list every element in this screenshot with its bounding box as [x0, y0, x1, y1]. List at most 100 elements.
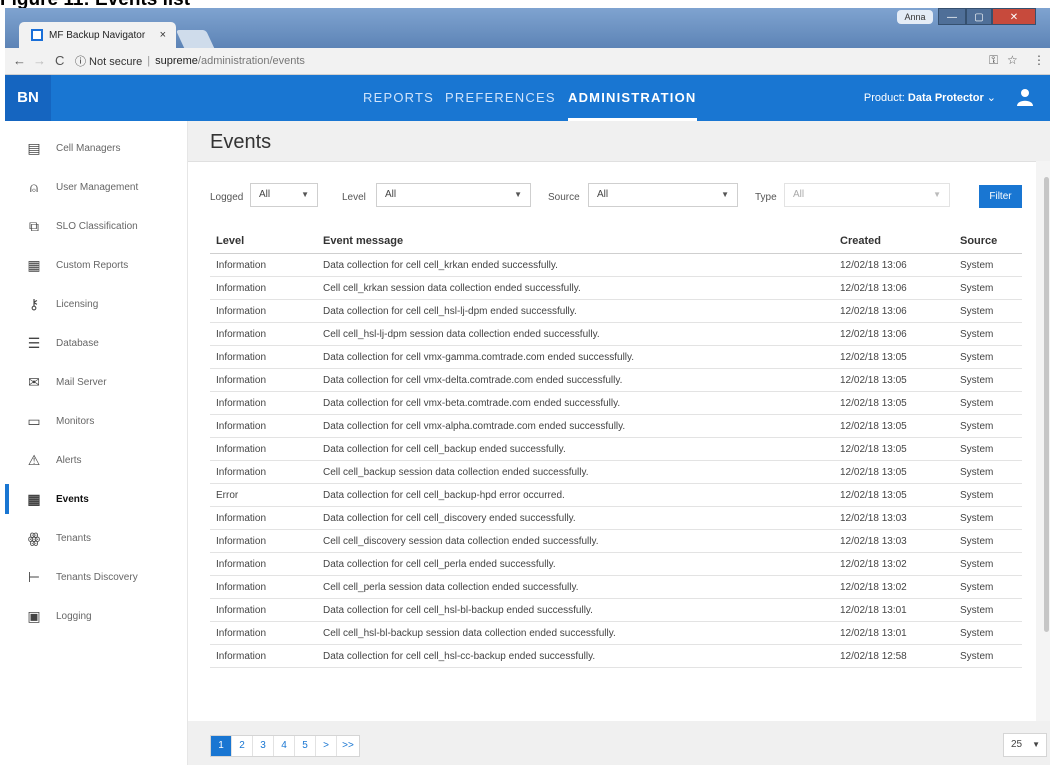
level-filter-select[interactable]: All ▼ — [376, 183, 531, 207]
cell-source: System — [954, 299, 1022, 323]
sidebar-item-alerts[interactable]: ⚠ Alerts — [5, 441, 187, 479]
forward-arrow-icon[interactable]: → — [33, 53, 46, 68]
table-row[interactable]: Information Data collection for cell vmx-… — [210, 345, 1022, 369]
table-row[interactable]: Information Cell cell_hsl-bl-backup sessi… — [210, 621, 1022, 645]
table-row[interactable]: Information Data collection for cell vmx-… — [210, 368, 1022, 392]
table-row[interactable]: Information Data collection for cell cell… — [210, 299, 1022, 323]
page-5-button[interactable]: 5 — [295, 736, 316, 756]
minimize-window-button[interactable]: — — [938, 8, 966, 25]
caret-down-icon: ▼ — [721, 190, 729, 199]
chevron-down-icon: ⌄ — [986, 92, 996, 104]
column-header-level[interactable]: Level — [210, 229, 317, 254]
cell-level: Information — [210, 621, 317, 645]
url-separator: | — [147, 55, 151, 67]
sidebar-item-events[interactable]: ▦ Events — [5, 480, 187, 518]
sidebar-item-licensing[interactable]: ⚷ Licensing — [5, 285, 187, 323]
browser-user-chip[interactable]: Anna — [897, 10, 933, 24]
column-header-created[interactable]: Created — [834, 229, 954, 254]
log-icon: ▣ — [27, 607, 41, 624]
cell-event-message: Cell cell_hsl-bl-backup session data col… — [317, 621, 834, 645]
browser-menu-icon[interactable]: ⋮ — [1033, 53, 1045, 67]
events-table-body: Information Data collection for cell cell… — [210, 253, 1022, 668]
cell-level: Information — [210, 391, 317, 415]
cell-event-message: Data collection for cell cell_backup-hpd… — [317, 483, 834, 507]
sidebar-item-mail-server[interactable]: ✉ Mail Server — [5, 363, 187, 401]
table-row[interactable]: Information Data collection for cell vmx-… — [210, 391, 1022, 415]
table-row[interactable]: Information Cell cell_discovery session d… — [210, 529, 1022, 553]
maximize-window-button[interactable]: ▢ — [966, 8, 992, 25]
close-window-button[interactable]: ✕ — [992, 8, 1036, 25]
cell-level: Information — [210, 253, 317, 277]
sidebar-item-tenants[interactable]: ꙮ Tenants — [5, 519, 187, 557]
cell-event-message: Data collection for cell vmx-gamma.comtr… — [317, 345, 834, 369]
key-icon[interactable]: ⚿ — [989, 53, 998, 68]
filter-button[interactable]: Filter — [979, 185, 1022, 208]
sidebar-item-custom-reports[interactable]: ▦ Custom Reports — [5, 246, 187, 284]
sidebar-item-monitors[interactable]: ▭ Monitors — [5, 402, 187, 440]
cell-event-message: Data collection for cell vmx-beta.comtra… — [317, 391, 834, 415]
sidebar-item-user-management[interactable]: ⍝ User Management — [5, 168, 187, 206]
nav-preferences[interactable]: PREFERENCES — [445, 75, 556, 121]
app-logo[interactable]: BN — [5, 75, 51, 121]
last-page-button[interactable]: >> — [337, 736, 359, 756]
new-tab-button[interactable] — [175, 30, 215, 48]
table-row[interactable]: Information Data collection for cell cell… — [210, 598, 1022, 622]
back-arrow-icon[interactable]: ← — [13, 53, 26, 68]
source-filter-select[interactable]: All ▼ — [588, 183, 738, 207]
logged-filter-select[interactable]: All ▼ — [250, 183, 318, 207]
column-header-event-message[interactable]: Event message — [317, 229, 834, 254]
table-row[interactable]: Information Cell cell_krkan session data … — [210, 276, 1022, 300]
sidebar-item-tenants-discovery[interactable]: ⊢ Tenants Discovery — [5, 558, 187, 596]
cell-created: 12/02/18 13:06 — [834, 299, 954, 323]
cell-source: System — [954, 644, 1022, 668]
not-secure-indicator[interactable]: ⓘ Not secure — [75, 53, 142, 69]
product-selector[interactable]: Product: Data Protector ⌄ — [864, 75, 996, 121]
app-header: BN REPORTS PREFERENCES ADMINISTRATION Pr… — [5, 75, 1050, 121]
browser-tab[interactable]: MF Backup Navigator × — [19, 22, 176, 48]
page-2-button[interactable]: 2 — [232, 736, 253, 756]
table-row[interactable]: Information Cell cell_backup session data… — [210, 460, 1022, 484]
user-icon: ⍝ — [29, 178, 39, 195]
type-filter-select[interactable]: All ▼ — [784, 183, 950, 207]
page-4-button[interactable]: 4 — [274, 736, 295, 756]
nav-reports[interactable]: REPORTS — [363, 75, 434, 121]
cell-created: 12/02/18 12:58 — [834, 644, 954, 668]
sidebar-item-label: Monitors — [56, 415, 95, 427]
reload-icon[interactable]: C — [55, 53, 64, 68]
table-row[interactable]: Error Data collection for cell cell_backu… — [210, 483, 1022, 507]
database-icon: ☰ — [27, 334, 41, 351]
nav-administration[interactable]: ADMINISTRATION — [568, 75, 697, 121]
cell-source: System — [954, 276, 1022, 300]
sidebar-item-slo-classification[interactable]: ⧉ SLO Classification — [5, 207, 187, 245]
scrollbar-thumb[interactable] — [1044, 177, 1049, 632]
sidebar-item-logging[interactable]: ▣ Logging — [5, 597, 187, 635]
table-row[interactable]: Information Data collection for cell cell… — [210, 644, 1022, 668]
cell-event-message: Cell cell_krkan session data collection … — [317, 276, 834, 300]
cell-created: 12/02/18 13:06 — [834, 276, 954, 300]
page-size-select[interactable]: 25 ▼ — [1003, 733, 1047, 757]
page-title: Events — [210, 131, 272, 153]
sidebar-item-label: Alerts — [56, 454, 82, 466]
table-header-row: Level Event message Created Source — [210, 229, 1022, 254]
table-row[interactable]: Information Cell cell_perla session data … — [210, 575, 1022, 599]
user-account-icon[interactable] — [1016, 88, 1034, 106]
cell-event-message: Cell cell_hsl-lj-dpm session data collec… — [317, 322, 834, 346]
sidebar-item-database[interactable]: ☰ Database — [5, 324, 187, 362]
events-card: Logged All ▼ Level All ▼ Source All ▼ Ty… — [188, 161, 1036, 722]
table-row[interactable]: Information Cell cell_hsl-lj-dpm session … — [210, 322, 1022, 346]
tab-close-icon[interactable]: × — [160, 29, 166, 41]
cell-created: 12/02/18 13:03 — [834, 529, 954, 553]
page-3-button[interactable]: 3 — [253, 736, 274, 756]
table-row[interactable]: Information Data collection for cell cell… — [210, 253, 1022, 277]
bookmark-star-icon[interactable]: ☆ — [1007, 53, 1018, 67]
sidebar-item-cell-managers[interactable]: ▤ Cell Managers — [5, 129, 187, 167]
column-header-source[interactable]: Source — [954, 229, 1022, 254]
table-row[interactable]: Information Data collection for cell cell… — [210, 552, 1022, 576]
next-page-button[interactable]: > — [316, 736, 337, 756]
url-field[interactable]: ⓘ Not secure | supreme /administration/e… — [75, 52, 1030, 70]
table-row[interactable]: Information Data collection for cell cell… — [210, 506, 1022, 530]
table-row[interactable]: Information Data collection for cell vmx-… — [210, 414, 1022, 438]
cell-created: 12/02/18 13:01 — [834, 621, 954, 645]
table-row[interactable]: Information Data collection for cell cell… — [210, 437, 1022, 461]
page-1-button[interactable]: 1 — [211, 736, 232, 756]
